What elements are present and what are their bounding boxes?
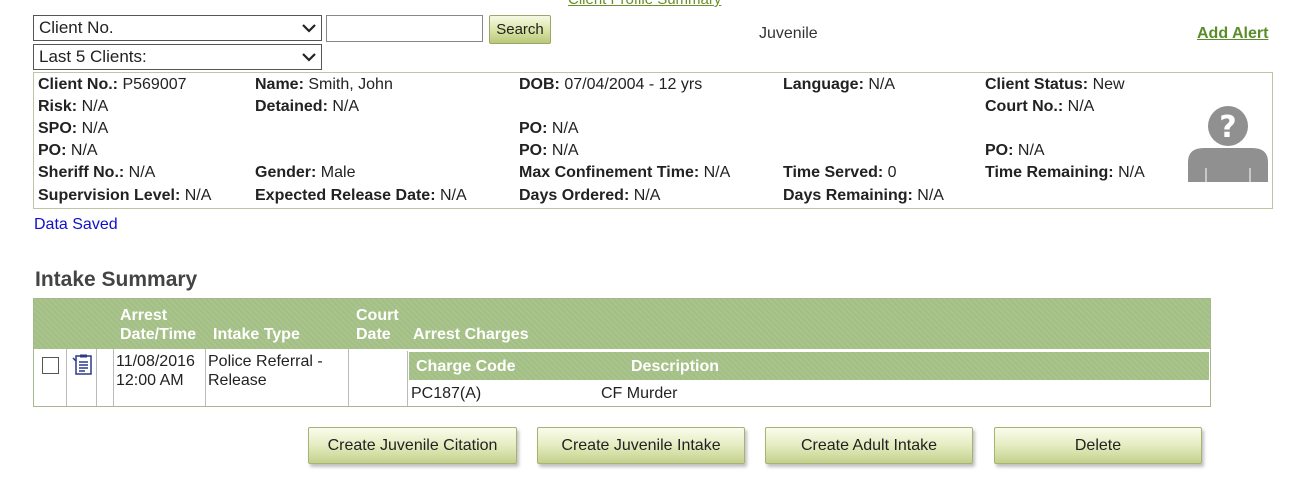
po-field: PO: N/A bbox=[38, 142, 98, 159]
sheriff-no-field: Sheriff No.: N/A bbox=[38, 164, 156, 181]
column-header-arrest-charges: Arrest Charges bbox=[413, 326, 529, 343]
column-header-arrest: Arrest Date/Time bbox=[120, 307, 197, 343]
charge-code-cell: PC187(A) bbox=[411, 385, 482, 402]
recent-clients-select[interactable]: Last 5 Clients: bbox=[33, 44, 322, 70]
add-alert-link[interactable]: Add Alert bbox=[1197, 25, 1268, 43]
charge-description-cell: CF Murder bbox=[601, 385, 678, 402]
delete-button[interactable]: Delete bbox=[994, 427, 1202, 464]
supervision-level-field: Supervision Level: N/A bbox=[38, 187, 212, 204]
search-input[interactable] bbox=[326, 15, 483, 42]
client-status-field: Client Status: New bbox=[985, 76, 1125, 93]
intake-table: Arrest Date/Time Intake Type Court Date … bbox=[33, 298, 1211, 407]
expected-release-field: Expected Release Date: N/A bbox=[255, 187, 467, 204]
status-message: Data Saved bbox=[34, 216, 118, 233]
client-type-label: Juvenile bbox=[759, 25, 818, 42]
client-profile-summary-link[interactable]: Client Profile Summary bbox=[568, 0, 721, 8]
language-field: Language: N/A bbox=[783, 76, 896, 93]
create-juvenile-citation-button[interactable]: Create Juvenile Citation bbox=[308, 427, 517, 464]
chevron-down-icon bbox=[301, 50, 317, 64]
arrest-date-cell: 11/08/2016 12:00 AM bbox=[116, 353, 195, 389]
po-field: PO: N/A bbox=[985, 142, 1045, 159]
charges-header: Charge Code Description bbox=[408, 351, 1210, 381]
table-header: Arrest Date/Time Intake Type Court Date … bbox=[34, 299, 1210, 349]
avatar-placeholder-icon: ? bbox=[1186, 106, 1270, 184]
days-remaining-field: Days Remaining: N/A bbox=[783, 187, 944, 204]
client-search-type-value: Client No. bbox=[39, 18, 114, 37]
column-header-court-date: Court Date bbox=[356, 307, 399, 343]
client-search-type-select[interactable]: Client No. bbox=[33, 15, 322, 41]
document-list-icon[interactable] bbox=[72, 354, 94, 376]
max-confinement-field: Max Confinement Time: N/A bbox=[519, 164, 731, 181]
chevron-down-icon bbox=[301, 21, 317, 35]
column-header-charge-code: Charge Code bbox=[416, 358, 516, 375]
dob-field: DOB: 07/04/2004 - 12 yrs bbox=[519, 76, 703, 93]
svg-text:?: ? bbox=[1219, 110, 1236, 145]
client-info-panel: Client No.: P569007 Name: Smith, John DO… bbox=[33, 72, 1273, 209]
risk-field: Risk: N/A bbox=[38, 98, 109, 115]
gender-field: Gender: Male bbox=[255, 164, 356, 181]
time-remaining-field: Time Remaining: N/A bbox=[985, 164, 1145, 181]
column-header-description: Description bbox=[631, 358, 720, 375]
days-ordered-field: Days Ordered: N/A bbox=[519, 187, 661, 204]
po-field: PO: N/A bbox=[519, 142, 579, 159]
create-adult-intake-button[interactable]: Create Adult Intake bbox=[765, 427, 973, 464]
search-button[interactable]: Search bbox=[489, 15, 551, 44]
arrest-charges-subtable: Charge Code Description PC187(A) CF Murd… bbox=[407, 351, 1210, 406]
spo-field: SPO: N/A bbox=[38, 120, 109, 137]
intake-type-cell: Police Referral - Release bbox=[208, 353, 323, 389]
intake-summary-title: Intake Summary bbox=[35, 268, 198, 291]
create-juvenile-intake-button[interactable]: Create Juvenile Intake bbox=[537, 427, 745, 464]
row-select-checkbox[interactable] bbox=[42, 357, 59, 374]
detained-field: Detained: N/A bbox=[255, 98, 360, 115]
court-no-field: Court No.: N/A bbox=[985, 98, 1095, 115]
po-field: PO: N/A bbox=[519, 120, 579, 137]
client-no-field: Client No.: P569007 bbox=[38, 76, 187, 93]
recent-clients-value: Last 5 Clients: bbox=[39, 47, 147, 66]
time-served-field: Time Served: 0 bbox=[783, 164, 897, 181]
name-field: Name: Smith, John bbox=[255, 76, 393, 93]
column-header-intake-type: Intake Type bbox=[213, 326, 300, 343]
